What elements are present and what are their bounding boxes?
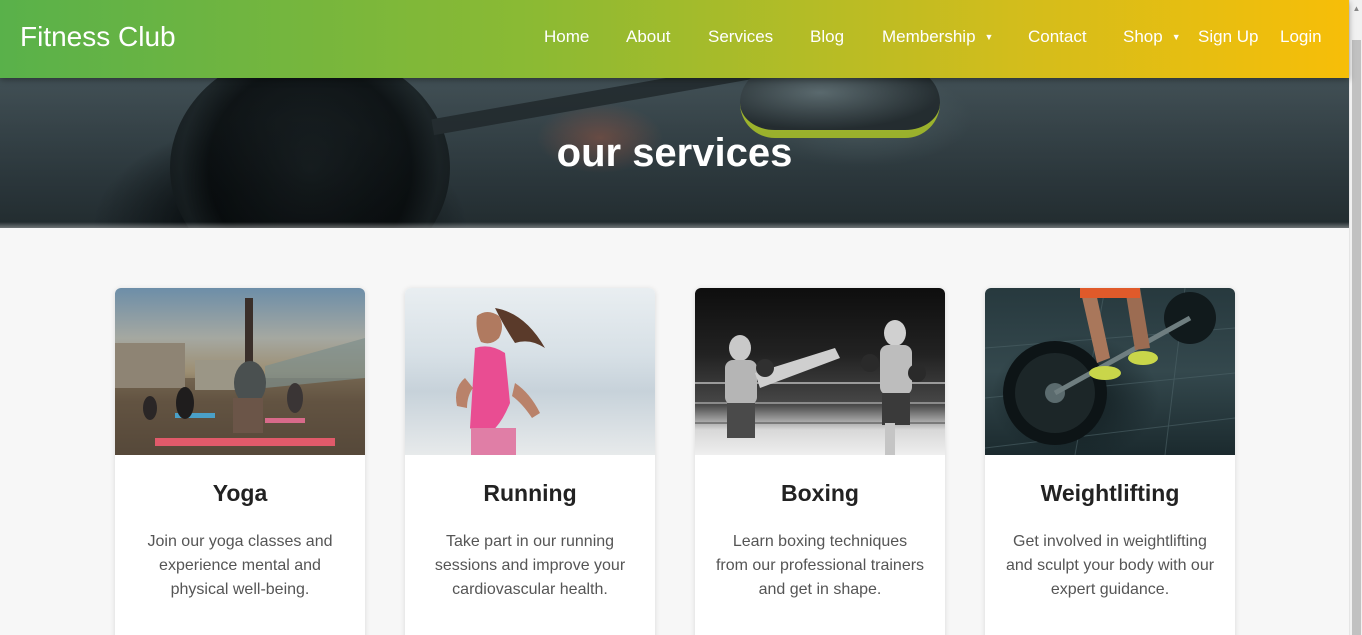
service-card-yoga[interactable]: Yoga Join our yoga classes and experienc… <box>115 288 365 635</box>
service-description: Get involved in weightlifting and sculpt… <box>1005 533 1215 598</box>
service-description: Join our yoga classes and experience men… <box>147 533 333 598</box>
navbar: Fitness Club Home About Services Blog Me… <box>0 0 1349 78</box>
service-title: Weightlifting <box>1040 480 1180 506</box>
service-title: Running <box>483 480 577 506</box>
scroll-up-arrow-icon[interactable]: ▲ <box>1352 2 1361 16</box>
weightlifting-photo <box>985 288 1235 455</box>
service-description: Take part in our running sessions and im… <box>434 533 626 598</box>
boxing-photo <box>695 288 945 455</box>
page-title: our services <box>556 131 793 175</box>
service-card-weightlifting[interactable]: Weightlifting Get involved in weightlift… <box>985 288 1235 635</box>
hero-edge <box>0 222 1349 228</box>
nav-link-shop[interactable]: Shop ▼ <box>1123 26 1181 48</box>
nav-links: Home About Services Blog Membership ▼ Con… <box>0 26 1349 48</box>
service-title: Boxing <box>781 480 859 506</box>
scrollbar[interactable]: ▲ <box>1349 0 1362 635</box>
nav-link-membership-label: Membership <box>882 27 976 46</box>
nav-link-contact[interactable]: Contact <box>1028 26 1087 48</box>
yoga-photo <box>115 288 365 455</box>
nav-link-services[interactable]: Services <box>708 26 773 48</box>
nav-link-login[interactable]: Login <box>1280 26 1322 48</box>
nav-link-membership[interactable]: Membership ▼ <box>882 26 993 48</box>
hero-banner: our services <box>0 78 1349 228</box>
nav-link-shop-label: Shop <box>1123 27 1163 46</box>
nav-link-about[interactable]: About <box>626 26 670 48</box>
service-title: Yoga <box>212 480 268 506</box>
chevron-down-icon: ▼ <box>1171 32 1181 42</box>
nav-link-sign-up[interactable]: Sign Up <box>1198 26 1258 48</box>
nav-link-home[interactable]: Home <box>544 26 589 48</box>
service-card-boxing[interactable]: Boxing Learn boxing techniques from our … <box>695 288 945 635</box>
service-card-running[interactable]: Running Take part in our running session… <box>405 288 655 635</box>
scrollbar-thumb[interactable] <box>1352 40 1361 635</box>
service-description: Learn boxing techniques from our profess… <box>715 533 925 598</box>
running-photo <box>405 288 655 455</box>
chevron-down-icon: ▼ <box>984 32 994 42</box>
nav-link-blog[interactable]: Blog <box>810 26 844 48</box>
